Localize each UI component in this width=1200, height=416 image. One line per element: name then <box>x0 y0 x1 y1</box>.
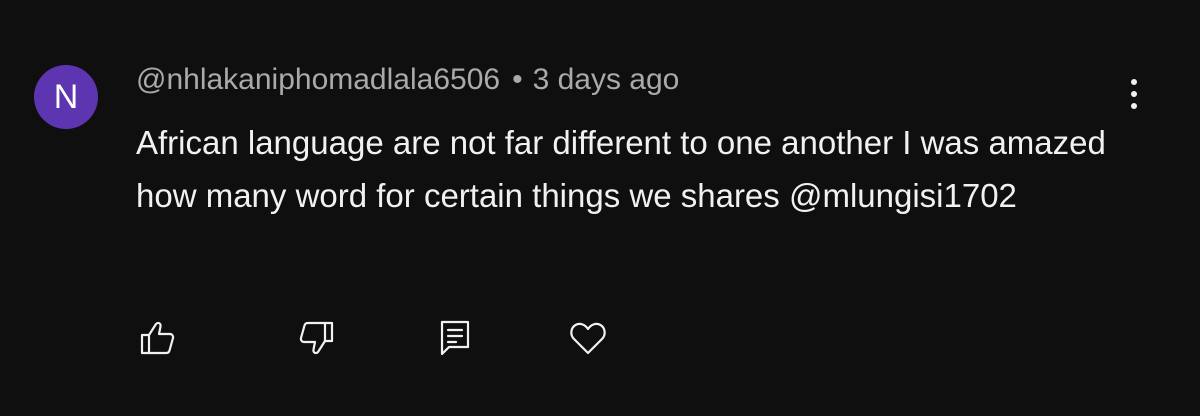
comment-actions <box>0 316 1200 360</box>
more-vertical-icon <box>1131 79 1137 85</box>
timestamp: 3 days ago <box>532 63 680 96</box>
comment-card: N @nhlakaniphomadlala6506 • 3 days ago Afr… <box>0 0 1200 416</box>
comment-text: African language are not far different t… <box>136 124 1106 214</box>
separator-dot: • <box>512 63 523 96</box>
more-options-button[interactable] <box>1114 72 1154 116</box>
more-dot <box>1131 103 1137 109</box>
like-button[interactable] <box>135 316 179 360</box>
author-handle[interactable]: @nhlakaniphomadlala6506 <box>136 63 500 96</box>
dislike-button[interactable] <box>295 316 339 360</box>
thumbs-up-icon <box>140 321 175 355</box>
avatar[interactable]: N <box>34 65 98 129</box>
heart-icon <box>570 322 606 355</box>
reply-button[interactable] <box>433 316 477 360</box>
reply-comment-icon <box>440 320 470 356</box>
comment-header: @nhlakaniphomadlala6506 • 3 days ago <box>136 60 679 100</box>
heart-button[interactable] <box>566 316 610 360</box>
thumbs-down-icon <box>299 321 334 355</box>
more-dot <box>1131 91 1137 97</box>
